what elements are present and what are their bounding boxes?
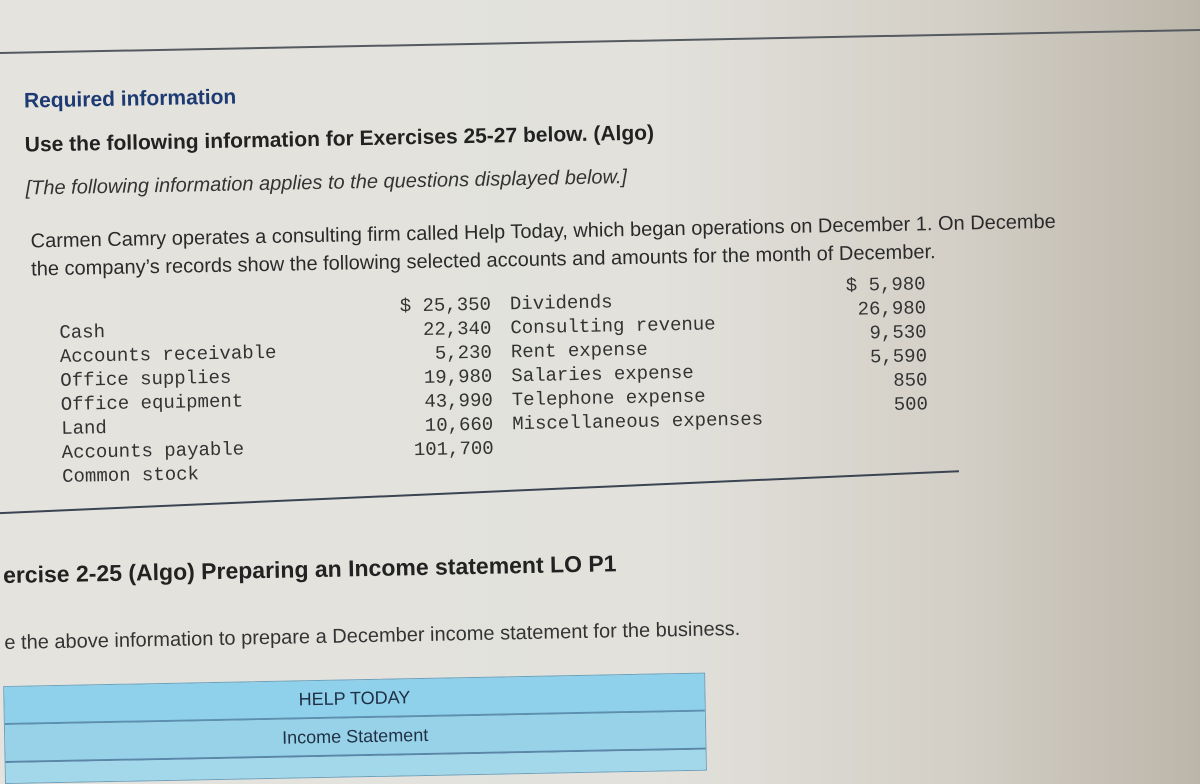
account-amount: 43,990 bbox=[424, 389, 493, 413]
applies-note: [The following information applies to th… bbox=[25, 165, 628, 200]
account-name: Accounts receivable bbox=[59, 341, 277, 368]
account-amount: 5,590 bbox=[869, 345, 928, 369]
exercise-instruction: e the above information to prepare a Dec… bbox=[4, 617, 741, 655]
required-information-heading: Required information bbox=[23, 85, 237, 113]
account-name: Common stock bbox=[61, 463, 200, 488]
account-amount: 19,980 bbox=[423, 365, 493, 389]
account-amount: 10,660 bbox=[424, 413, 494, 437]
account-amount: 22,340 bbox=[422, 317, 492, 341]
top-divider bbox=[0, 28, 1200, 55]
left-account-amounts: $ 25,350 22,340 5,230 19,980 43,990 10,6… bbox=[346, 293, 494, 464]
right-account-names: Dividends Consulting revenue Rent expens… bbox=[510, 287, 764, 436]
income-statement-table: HELP TODAY Income Statement bbox=[3, 672, 707, 784]
account-amount: $ 25,350 bbox=[399, 293, 492, 318]
account-amount: 26,980 bbox=[857, 297, 927, 321]
exercises-instruction-heading: Use the following information for Exerci… bbox=[24, 121, 655, 157]
account-amount: 500 bbox=[893, 393, 929, 416]
left-account-names: Cash Accounts receivable Office supplies… bbox=[59, 317, 279, 489]
account-amount: 850 bbox=[893, 369, 928, 392]
page: Required information Use the following i… bbox=[0, 0, 1200, 784]
account-amount: 101,700 bbox=[413, 437, 494, 462]
account-name: Miscellaneous expenses bbox=[512, 408, 764, 436]
account-amount: $ 5,980 bbox=[845, 273, 926, 297]
account-amount: 5,230 bbox=[434, 341, 493, 365]
right-account-amounts: $ 5,980 26,980 9,530 5,590 850 500 bbox=[805, 272, 929, 418]
scenario-intro: Carmen Camry operates a consulting firm … bbox=[30, 204, 1200, 283]
exercise-title: ercise 2-25 (Algo) Preparing an Income s… bbox=[2, 550, 617, 589]
account-amount: 9,530 bbox=[869, 321, 927, 345]
